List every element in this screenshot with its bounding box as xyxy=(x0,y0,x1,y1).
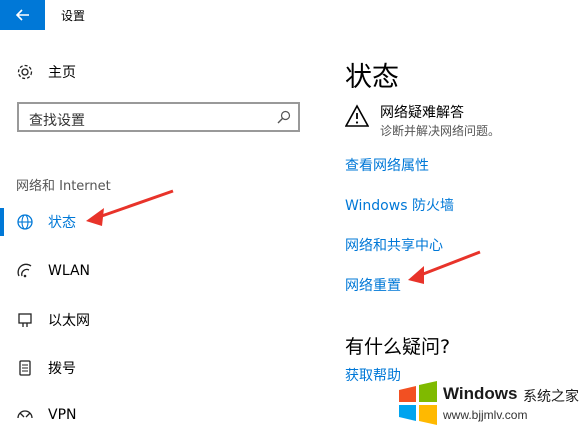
gear-icon xyxy=(14,61,36,83)
network-sharing-center-link[interactable]: 网络和共享中心 xyxy=(345,235,443,255)
sidebar-item-ethernet[interactable]: 以太网 xyxy=(0,302,300,338)
vpn-icon xyxy=(14,404,36,426)
annotation-arrow xyxy=(408,250,481,284)
phone-icon xyxy=(14,357,36,379)
windows-firewall-link[interactable]: Windows 防火墙 xyxy=(345,195,454,215)
warning-icon xyxy=(345,104,369,127)
sidebar-item-label: 以太网 xyxy=(48,313,90,329)
globe-icon xyxy=(14,211,36,233)
section-label: 网络和 Internet xyxy=(16,179,111,194)
sidebar-item-status[interactable]: 状态 xyxy=(0,204,300,240)
sidebar-item-label: WLAN xyxy=(48,263,91,279)
sidebar-item-vpn[interactable]: VPN xyxy=(0,397,300,433)
sidebar-item-label: VPN xyxy=(48,407,77,423)
back-arrow-icon xyxy=(15,9,29,21)
watermark: Windows 系统之家 www.bjjmlv.com xyxy=(395,376,581,429)
back-button[interactable] xyxy=(0,0,45,30)
watermark-brand-cn: 系统之家 xyxy=(523,389,579,405)
wifi-icon xyxy=(14,260,36,282)
sidebar-item-label: 状态 xyxy=(48,215,76,231)
view-network-properties-link[interactable]: 查看网络属性 xyxy=(345,155,429,175)
question-heading: 有什么疑问? xyxy=(345,336,451,358)
troubleshoot-subtitle: 诊断并解决网络问题。 xyxy=(380,124,501,138)
search-icon xyxy=(277,110,291,124)
sidebar-item-dialup[interactable]: 拨号 xyxy=(0,350,300,386)
watermark-brand: Windows xyxy=(443,384,518,403)
ethernet-icon xyxy=(14,309,36,331)
sidebar-item-label: 主页 xyxy=(48,65,76,81)
page-title: 状态 xyxy=(345,62,399,93)
watermark-url: www.bjjmlv.com xyxy=(443,408,528,422)
sidebar-item-wlan[interactable]: WLAN xyxy=(0,253,300,289)
get-help-link[interactable]: 获取帮助 xyxy=(345,365,401,385)
network-reset-link[interactable]: 网络重置 xyxy=(345,275,401,295)
windows-logo-icon xyxy=(399,381,437,425)
troubleshoot-title[interactable]: 网络疑难解答 xyxy=(380,102,464,122)
sidebar-item-label: 拨号 xyxy=(48,361,76,377)
sidebar-item-home[interactable]: 主页 xyxy=(0,54,300,90)
search-input[interactable]: 查找设置 xyxy=(17,102,300,132)
window-title: 设置 xyxy=(61,9,86,23)
title-bar: 设置 xyxy=(0,0,581,30)
search-placeholder: 查找设置 xyxy=(29,113,85,129)
